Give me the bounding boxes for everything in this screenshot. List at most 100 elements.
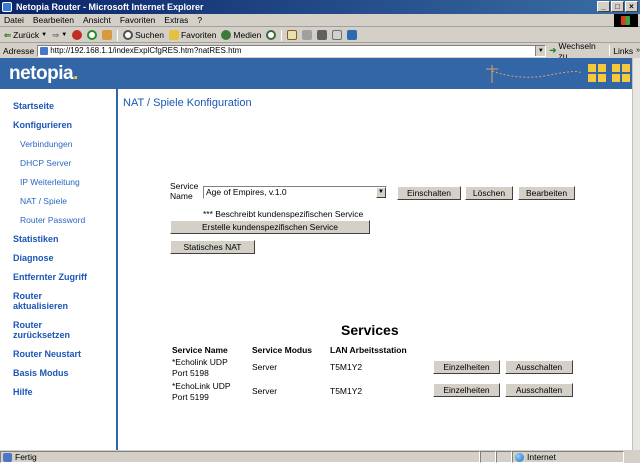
sidebar-item-basis-modus[interactable]: Basis Modus	[0, 368, 116, 378]
sidebar-item-nat-spiele[interactable]: NAT / Spiele	[0, 196, 116, 206]
table-row: *EchoLink UDP Port 5199	[172, 381, 231, 403]
status-text-area: Fertig	[0, 450, 480, 463]
menu-extras[interactable]: Extras	[164, 15, 188, 25]
toolbar-separator	[281, 29, 283, 41]
column-header-service-name: Service Name	[172, 345, 228, 355]
sidebar-item-router-aktualisieren[interactable]: Router aktualisieren	[0, 291, 80, 311]
static-nat-button[interactable]: Statisches NAT	[170, 240, 255, 254]
messenger-icon[interactable]	[347, 30, 358, 40]
media-label: Medien	[233, 30, 262, 40]
menu-help[interactable]: ?	[197, 15, 202, 25]
links-button[interactable]: Links	[613, 46, 633, 56]
service-port-cell: Port 5198	[172, 368, 209, 378]
history-icon[interactable]	[266, 30, 277, 40]
header-decoration-icon	[486, 64, 630, 83]
windows-logo-icon	[614, 14, 638, 27]
favorites-button[interactable]: Favoriten	[168, 30, 217, 40]
toolbar-separator	[117, 29, 119, 41]
sidebar-item-konfigurieren[interactable]: Konfigurieren	[0, 120, 116, 130]
address-input[interactable]: http://192.168.1.1/indexExplCfgRES.htm?n…	[37, 44, 547, 57]
service-name-label: Service Name	[170, 181, 199, 201]
services-heading: Services	[341, 322, 399, 338]
home-icon[interactable]	[102, 30, 113, 40]
sidebar-item-startseite[interactable]: Startseite	[0, 101, 116, 111]
search-button[interactable]: Suchen	[123, 30, 164, 40]
stop-icon[interactable]	[72, 30, 83, 40]
lan-station-cell: T5M1Y2	[330, 386, 363, 396]
maximize-button[interactable]: □	[611, 1, 624, 12]
delete-button[interactable]: Löschen	[465, 186, 513, 200]
netopia-logo: netopia.	[9, 63, 78, 84]
sidebar-item-ip-weiterleitung[interactable]: IP Weiterleitung	[0, 177, 116, 187]
window-title-bar[interactable]: Netopia Router - Microsoft Internet Expl…	[0, 0, 640, 14]
zone-text: Internet	[527, 451, 556, 462]
menu-bearbeiten[interactable]: Bearbeiten	[33, 15, 74, 25]
forward-button[interactable]: ⇒ ▼	[52, 30, 67, 41]
chevron-down-icon[interactable]: ▼	[376, 187, 386, 198]
edit-icon[interactable]	[317, 30, 328, 40]
mail-icon[interactable]	[287, 30, 298, 40]
main-panel: NAT / Spiele Konfiguration Service Name …	[118, 89, 632, 450]
search-icon	[123, 30, 134, 40]
menu-favoriten[interactable]: Favoriten	[120, 15, 155, 25]
service-name-cell: *EchoLink UDP	[172, 381, 231, 391]
address-separator	[609, 45, 611, 56]
chevron-down-icon: ▼	[61, 32, 68, 38]
sidebar-item-statistiken[interactable]: Statistiken	[0, 234, 116, 244]
print-icon[interactable]	[302, 30, 313, 40]
edit-button[interactable]: Bearbeiten	[518, 186, 575, 200]
ie-icon	[2, 2, 12, 12]
favorites-label: Favoriten	[180, 30, 217, 40]
sidebar-nav: Startseite Konfigurieren Verbindungen DH…	[0, 89, 118, 450]
sidebar-item-router-password[interactable]: Router Password	[0, 215, 116, 225]
search-label: Suchen	[135, 30, 164, 40]
sidebar-item-diagnose[interactable]: Diagnose	[0, 253, 116, 263]
page-icon	[40, 46, 49, 55]
disable-button[interactable]: Ausschalten	[505, 360, 573, 374]
back-label: Zurück	[13, 30, 40, 40]
details-button[interactable]: Einzelheiten	[433, 360, 500, 374]
sidebar-item-router-zuruecksetzen[interactable]: Router zurücksetzen	[0, 320, 80, 340]
sidebar-item-router-neustart[interactable]: Router Neustart	[0, 349, 116, 359]
column-header-lan-station: LAN Arbeitsstation	[330, 345, 407, 355]
menu-datei[interactable]: Datei	[4, 15, 24, 25]
details-button[interactable]: Einzelheiten	[433, 383, 500, 397]
media-button[interactable]: Medien	[221, 30, 261, 40]
globe-icon	[515, 452, 524, 462]
close-button[interactable]: ×	[625, 1, 638, 12]
page-title: NAT / Spiele Konfiguration	[123, 97, 252, 109]
sidebar-item-entfernter-zugriff[interactable]: Entfernter Zugriff	[0, 272, 116, 282]
service-mode-cell: Server	[252, 386, 278, 396]
brand-header: netopia.	[0, 58, 632, 89]
custom-service-note: *** Beschreibt kundenspezifischen Servic…	[203, 209, 364, 219]
favorites-icon	[168, 30, 179, 40]
address-dropdown-icon[interactable]: ▼	[535, 45, 546, 56]
refresh-icon[interactable]	[87, 30, 98, 40]
enable-button[interactable]: Einschalten	[397, 186, 461, 200]
sidebar-item-verbindungen[interactable]: Verbindungen	[0, 139, 116, 149]
status-text: Fertig	[15, 451, 37, 462]
status-cell	[496, 450, 512, 463]
menu-ansicht[interactable]: Ansicht	[83, 15, 111, 25]
lan-station-cell: T5M1Y2	[330, 362, 363, 372]
sidebar-item-dhcp-server[interactable]: DHCP Server	[0, 158, 116, 168]
sidebar-item-hilfe[interactable]: Hilfe	[0, 387, 116, 397]
address-bar: Adresse http://192.168.1.1/indexExplCfgR…	[0, 41, 640, 61]
service-select[interactable]: Age of Empires, v.1.0 ▼	[203, 186, 387, 199]
service-port-cell: Port 5199	[172, 392, 209, 402]
forward-arrow-icon: ⇒	[52, 29, 60, 40]
address-url: http://192.168.1.1/indexExplCfgRES.htm?n…	[50, 45, 242, 55]
vertical-scrollbar[interactable]	[632, 58, 640, 450]
discuss-icon[interactable]	[332, 30, 343, 40]
links-chevron-icon[interactable]: »	[636, 47, 640, 54]
disable-button[interactable]: Ausschalten	[505, 383, 573, 397]
menu-bar: Datei Bearbeiten Ansicht Favoriten Extra…	[0, 14, 640, 27]
service-name-cell: *Echolink UDP	[172, 357, 228, 367]
address-label: Adresse	[3, 45, 35, 56]
column-header-service-mode: Service Modus	[252, 345, 312, 355]
status-bar: Fertig Internet	[0, 450, 640, 463]
back-arrow-icon: ⇐	[4, 29, 12, 40]
create-custom-service-button[interactable]: Erstelle kundenspezifischen Service	[170, 220, 370, 234]
minimize-button[interactable]: _	[597, 1, 610, 12]
back-button[interactable]: ⇐ Zurück ▼	[4, 30, 47, 41]
